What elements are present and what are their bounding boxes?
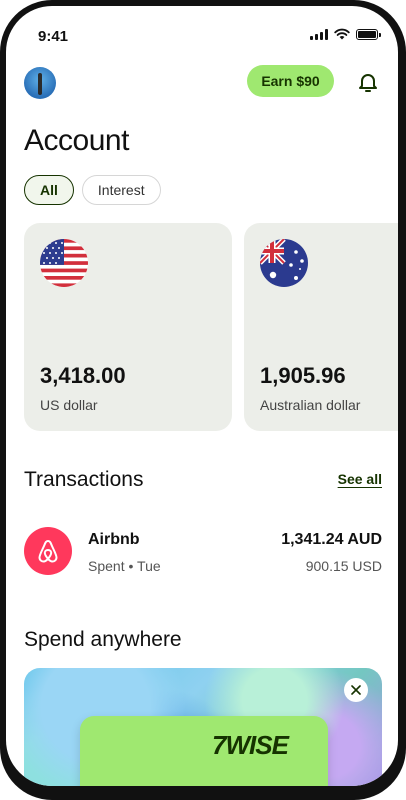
wise-logo: 7WISE xyxy=(212,730,289,760)
earn-button[interactable]: Earn $90 xyxy=(247,65,334,97)
close-icon xyxy=(351,685,361,695)
account-currency: US dollar xyxy=(40,397,98,413)
spend-anywhere-title: Spend anywhere xyxy=(24,628,182,651)
see-all-link[interactable]: See all xyxy=(338,471,382,487)
account-balance: 1,905.96 xyxy=(260,363,346,388)
filter-chip-interest[interactable]: Interest xyxy=(81,175,161,205)
transaction-merchant: Airbnb xyxy=(88,531,140,548)
transactions-title: Transactions xyxy=(24,468,144,491)
account-balance: 3,418.00 xyxy=(40,363,126,388)
status-icons xyxy=(310,28,381,40)
phone-frame: 9:41 Earn $90 Account All Interest 3,418… xyxy=(0,0,406,800)
transaction-meta: Spent • Tue xyxy=(88,558,161,574)
transaction-day: Tue xyxy=(137,558,161,574)
separator-dot: • xyxy=(128,558,138,574)
wifi-icon xyxy=(334,28,350,40)
filter-chips: All Interest xyxy=(24,175,161,205)
wise-card-image: 7WISE xyxy=(80,716,328,786)
airbnb-logo-icon xyxy=(24,527,72,575)
filter-chip-all[interactable]: All xyxy=(24,175,74,205)
close-promo-button[interactable] xyxy=(344,678,368,702)
battery-icon xyxy=(356,28,381,40)
transaction-amount: 1,341.24 AUD xyxy=(281,531,382,548)
transaction-converted-amount: 900.15 USD xyxy=(305,558,382,574)
account-card-aud[interactable]: 1,905.96 Australian dollar xyxy=(244,223,398,431)
us-flag-icon xyxy=(40,239,88,287)
bell-icon[interactable] xyxy=(356,70,380,94)
account-currency: Australian dollar xyxy=(260,397,361,413)
page-title: Account xyxy=(24,124,129,157)
australia-flag-icon xyxy=(260,239,308,287)
status-time: 9:41 xyxy=(38,28,69,45)
avatar[interactable] xyxy=(24,67,56,99)
cellular-signal-icon xyxy=(310,28,328,40)
app-screen: 9:41 Earn $90 Account All Interest 3,418… xyxy=(6,6,398,786)
promo-banner[interactable]: 7WISE xyxy=(24,668,382,786)
account-card-usd[interactable]: 3,418.00 US dollar xyxy=(24,223,232,431)
transaction-status: Spent xyxy=(88,558,125,574)
